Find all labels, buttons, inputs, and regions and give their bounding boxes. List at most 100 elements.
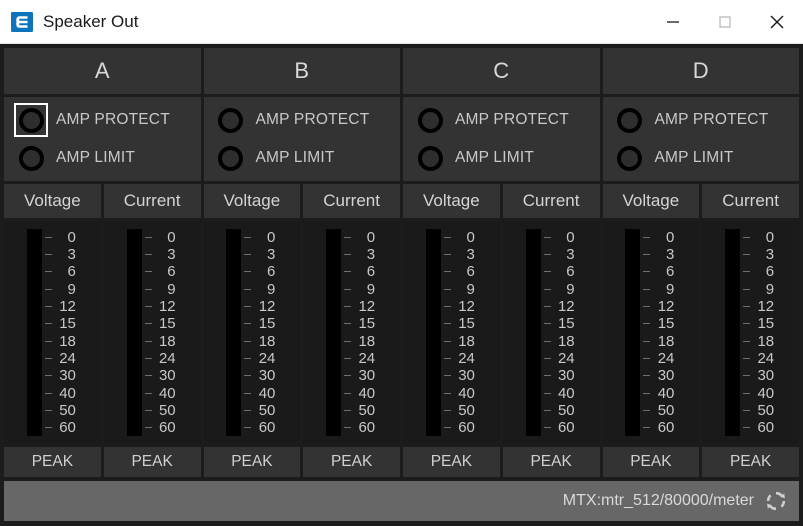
meter-inner: 0 3 6 9 12 15 18 24 30 40 50 60 bbox=[725, 229, 776, 436]
scale-tick-icon bbox=[344, 288, 352, 290]
peak-reset-button[interactable]: PEAK bbox=[403, 447, 500, 477]
scale-row: 3 bbox=[144, 246, 178, 262]
scale-tick-icon bbox=[144, 427, 152, 429]
scale-value: 60 bbox=[557, 419, 575, 437]
scale-row: 40 bbox=[44, 385, 78, 401]
meter-bar-track bbox=[425, 229, 441, 436]
scale-tick-icon bbox=[443, 375, 451, 377]
scale-tick-icon bbox=[443, 340, 451, 342]
scale-value: 60 bbox=[657, 419, 675, 437]
scale-row: 0 bbox=[344, 229, 377, 245]
scale-tick-icon bbox=[44, 358, 52, 360]
channel-status-panel: AMP PROTECT AMP LIMIT bbox=[4, 97, 201, 181]
amp-protect-led[interactable] bbox=[214, 103, 248, 137]
scale-row: 50 bbox=[743, 403, 776, 419]
peak-reset-button[interactable]: PEAK bbox=[702, 447, 799, 477]
amp-protect-led[interactable] bbox=[613, 103, 647, 137]
scale-tick-icon bbox=[443, 410, 451, 412]
amp-limit-led[interactable] bbox=[14, 141, 48, 175]
scale-tick-icon bbox=[543, 410, 551, 412]
scale-row: 9 bbox=[44, 281, 78, 297]
scale-value: 18 bbox=[358, 332, 376, 350]
scale-value: 50 bbox=[458, 402, 475, 420]
close-button[interactable] bbox=[751, 0, 803, 44]
minimize-button[interactable] bbox=[647, 0, 699, 44]
peak-reset-button[interactable]: PEAK bbox=[103, 447, 201, 477]
scale-value: 9 bbox=[167, 280, 176, 298]
scale-tick-icon bbox=[44, 340, 52, 342]
scale-row: 30 bbox=[244, 368, 277, 384]
scale-value: 3 bbox=[666, 245, 675, 263]
scale-row: 12 bbox=[743, 298, 776, 314]
scale-value: 0 bbox=[765, 228, 775, 246]
peak-reset-button[interactable]: PEAK bbox=[4, 447, 101, 477]
scale-value: 12 bbox=[458, 297, 475, 315]
scale-value: 15 bbox=[59, 315, 76, 333]
meter-bar-track bbox=[725, 229, 741, 436]
scale-row: 30 bbox=[443, 368, 477, 384]
scale-value: 3 bbox=[466, 245, 475, 263]
led-indicator-icon bbox=[617, 107, 642, 133]
scale-value: 3 bbox=[67, 245, 76, 263]
scale-tick-icon bbox=[244, 271, 252, 273]
scale-tick-icon bbox=[643, 392, 651, 394]
scale-value: 40 bbox=[458, 384, 475, 402]
scale-row: 30 bbox=[44, 368, 78, 384]
scale-row: 40 bbox=[244, 385, 277, 401]
channel-d: D AMP PROTECT AMP LIMIT Voltage 0 3 6 9 12 15 18 24… bbox=[602, 48, 799, 477]
window-controls bbox=[647, 0, 803, 44]
amp-limit-led[interactable] bbox=[214, 141, 248, 175]
scale-tick-icon bbox=[144, 288, 152, 290]
meter-group: Voltage 0 3 6 9 12 15 18 24 30 40 50 60 PEAK Current 0 3… bbox=[403, 184, 600, 477]
scale-row: 0 bbox=[543, 228, 577, 246]
channel-header-label: B bbox=[203, 48, 400, 94]
scale-tick-icon bbox=[344, 305, 352, 307]
refresh-sync-icon[interactable] bbox=[763, 488, 789, 514]
scale-tick-icon bbox=[443, 427, 451, 429]
peak-reset-button[interactable]: PEAK bbox=[602, 447, 700, 477]
scale-tick-icon bbox=[443, 236, 451, 238]
scale-tick-icon bbox=[443, 323, 451, 325]
scale-row: 40 bbox=[543, 385, 577, 401]
scale-row: 3 bbox=[443, 245, 477, 263]
scale-tick-icon bbox=[44, 427, 52, 429]
scale-value: 3 bbox=[366, 245, 376, 263]
indicator-row: AMP PROTECT bbox=[14, 103, 201, 137]
channel-grid: A AMP PROTECT AMP LIMIT Voltage 0 3 6 9 12 15 18 24… bbox=[4, 48, 799, 477]
scale-tick-icon bbox=[144, 271, 152, 273]
scale-value: 3 bbox=[267, 245, 276, 263]
peak-reset-button[interactable]: PEAK bbox=[203, 447, 301, 477]
scale-tick-icon bbox=[443, 288, 451, 290]
led-indicator-icon bbox=[417, 145, 443, 171]
led-indicator-icon bbox=[218, 107, 243, 133]
meter-inner: 0 3 6 9 12 15 18 24 30 40 50 60 bbox=[226, 229, 277, 436]
amp-protect-led[interactable] bbox=[14, 103, 48, 137]
scale-row: 50 bbox=[543, 403, 577, 419]
amp-limit-led[interactable] bbox=[613, 141, 647, 175]
scale-value: 12 bbox=[657, 297, 675, 315]
amp-protect-led[interactable] bbox=[413, 103, 447, 137]
scale-row: 18 bbox=[44, 332, 78, 350]
scale-row: 12 bbox=[44, 298, 78, 314]
scale-tick-icon bbox=[244, 236, 252, 238]
scale-value: 60 bbox=[757, 419, 775, 437]
scale-value: 18 bbox=[59, 332, 76, 350]
led-indicator-icon bbox=[218, 145, 243, 171]
amp-limit-led[interactable] bbox=[413, 141, 447, 175]
scale-row: 18 bbox=[344, 333, 377, 349]
channel-status-panel: AMP PROTECT AMP LIMIT bbox=[203, 97, 400, 181]
scale-tick-icon bbox=[443, 305, 451, 307]
maximize-button[interactable] bbox=[699, 0, 751, 44]
peak-reset-button[interactable]: PEAK bbox=[502, 447, 600, 477]
scale-tick-icon bbox=[44, 375, 52, 377]
scale-row: 30 bbox=[344, 368, 377, 384]
meter-inner: 0 3 6 9 12 15 18 24 30 40 50 60 bbox=[425, 229, 477, 436]
indicator-label: AMP PROTECT bbox=[654, 111, 769, 128]
scale-value: 15 bbox=[358, 315, 376, 333]
scale-value: 0 bbox=[566, 228, 575, 246]
scale-value: 15 bbox=[258, 315, 276, 333]
peak-reset-button[interactable]: PEAK bbox=[303, 447, 400, 477]
meter-bar-wrap bbox=[525, 229, 541, 436]
scale-row: 15 bbox=[44, 315, 78, 333]
maximize-icon bbox=[719, 15, 731, 28]
